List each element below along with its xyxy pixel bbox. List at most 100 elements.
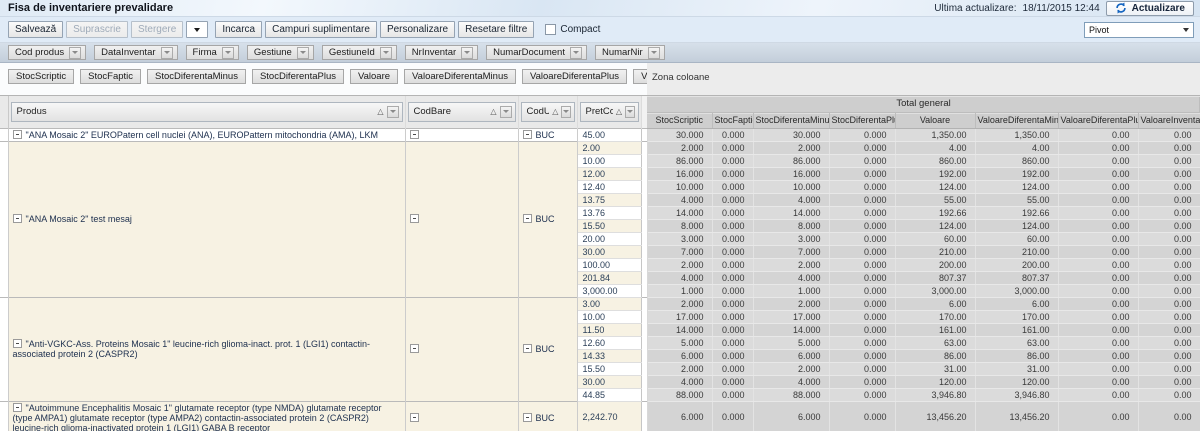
value-cell[interactable]: 0.00 <box>1058 219 1138 232</box>
collapse-icon[interactable] <box>410 130 419 139</box>
value-cell[interactable]: 0.00 <box>1138 284 1200 297</box>
value-cell[interactable]: 0.000 <box>712 193 753 206</box>
price-cell[interactable]: 20.00 <box>577 232 641 245</box>
value-cell[interactable]: 0.000 <box>829 401 895 431</box>
value-cell[interactable]: 0.000 <box>829 349 895 362</box>
value-cell[interactable]: 30.000 <box>647 128 712 141</box>
value-cell[interactable]: 3.000 <box>753 232 829 245</box>
field-filter-dropdown-button[interactable] <box>380 47 392 59</box>
value-cell[interactable]: 170.00 <box>975 310 1058 323</box>
value-cell[interactable]: 210.00 <box>975 245 1058 258</box>
value-cell[interactable]: 0.000 <box>829 388 895 401</box>
value-cell[interactable]: 0.00 <box>1138 297 1200 310</box>
value-cell[interactable]: 2.000 <box>647 297 712 310</box>
price-cell[interactable]: 10.00 <box>577 310 641 323</box>
sort-ascending-icon[interactable]: △ <box>490 108 496 116</box>
price-cell[interactable]: 30.00 <box>577 245 641 258</box>
extra-fields-button[interactable]: Campuri suplimentare <box>265 21 377 38</box>
value-cell[interactable]: 0.000 <box>712 258 753 271</box>
value-cell[interactable]: 3,946.80 <box>895 388 975 401</box>
value-cell[interactable]: 0.00 <box>1058 154 1138 167</box>
value-cell[interactable]: 0.000 <box>829 180 895 193</box>
value-cell[interactable]: 60.00 <box>895 232 975 245</box>
value-cell[interactable]: 0.00 <box>1058 245 1138 258</box>
value-cell[interactable]: 0.00 <box>1058 388 1138 401</box>
column-field-chip-valoarediferentaplus[interactable]: ValoareDiferentaPlus <box>522 69 627 84</box>
value-cell[interactable]: 0.00 <box>1058 375 1138 388</box>
value-cell[interactable]: 4.000 <box>647 193 712 206</box>
value-cell[interactable]: 200.00 <box>975 258 1058 271</box>
value-cell[interactable]: 0.00 <box>1138 388 1200 401</box>
value-cell[interactable]: 0.000 <box>712 297 753 310</box>
value-cell[interactable]: 0.00 <box>1058 232 1138 245</box>
value-cell[interactable]: 0.000 <box>829 193 895 206</box>
compact-checkbox[interactable] <box>545 24 556 35</box>
value-cell[interactable]: 10.000 <box>647 180 712 193</box>
value-cell[interactable]: 0.000 <box>829 245 895 258</box>
collapse-icon[interactable] <box>13 214 22 223</box>
value-cell[interactable]: 0.000 <box>712 128 753 141</box>
value-cell[interactable]: 0.000 <box>829 362 895 375</box>
value-cell[interactable]: 13,456.20 <box>975 401 1058 431</box>
value-cell[interactable]: 5.000 <box>647 336 712 349</box>
value-column-header-valoareinventar[interactable]: ValoareInventar <box>1138 112 1200 128</box>
value-cell[interactable]: 124.00 <box>975 180 1058 193</box>
value-cell[interactable]: 1.000 <box>753 284 829 297</box>
value-column-header-stocscriptic[interactable]: StocScriptic <box>647 112 712 128</box>
value-cell[interactable]: 16.000 <box>647 167 712 180</box>
value-cell[interactable]: 120.00 <box>975 375 1058 388</box>
personalize-button[interactable]: Personalizare <box>380 21 455 38</box>
value-cell[interactable]: 0.000 <box>712 245 753 258</box>
value-column-header-stocdiferentaminus[interactable]: StocDiferentaMinus <box>753 112 829 128</box>
value-cell[interactable]: 4.000 <box>647 271 712 284</box>
collapse-icon[interactable] <box>410 413 419 422</box>
value-cell[interactable]: 0.000 <box>829 141 895 154</box>
value-cell[interactable]: 63.00 <box>895 336 975 349</box>
view-mode-select[interactable]: Pivot <box>1084 22 1194 38</box>
value-cell[interactable]: 16.000 <box>753 167 829 180</box>
collapse-icon[interactable] <box>13 339 22 348</box>
price-cell[interactable]: 2.00 <box>577 141 641 154</box>
value-cell[interactable]: 0.000 <box>712 388 753 401</box>
value-cell[interactable]: 0.00 <box>1138 180 1200 193</box>
value-cell[interactable]: 14.000 <box>647 206 712 219</box>
value-cell[interactable]: 0.00 <box>1138 154 1200 167</box>
value-cell[interactable]: 120.00 <box>895 375 975 388</box>
value-cell[interactable]: 0.000 <box>712 310 753 323</box>
field-filter-dropdown-button[interactable] <box>561 106 570 118</box>
value-cell[interactable]: 0.000 <box>829 323 895 336</box>
value-cell[interactable]: 161.00 <box>975 323 1058 336</box>
collapse-icon[interactable] <box>523 413 532 422</box>
value-cell[interactable]: 0.00 <box>1138 167 1200 180</box>
value-cell[interactable]: 60.00 <box>975 232 1058 245</box>
value-cell[interactable]: 4.000 <box>647 375 712 388</box>
filter-field-chip-nrinventar[interactable]: NrInventar <box>405 45 478 60</box>
field-filter-dropdown-button[interactable] <box>161 47 173 59</box>
field-filter-dropdown-button[interactable] <box>387 106 399 118</box>
value-cell[interactable]: 0.000 <box>829 258 895 271</box>
column-field-chip-stocdiferentaplus[interactable]: StocDiferentaPlus <box>252 69 344 84</box>
price-cell[interactable]: 12.00 <box>577 167 641 180</box>
value-cell[interactable]: 0.00 <box>1058 141 1138 154</box>
value-cell[interactable]: 2.000 <box>753 258 829 271</box>
value-cell[interactable]: 14.000 <box>753 323 829 336</box>
value-cell[interactable]: 0.00 <box>1138 323 1200 336</box>
collapse-icon[interactable] <box>523 344 532 353</box>
collapse-icon[interactable] <box>523 130 532 139</box>
value-cell[interactable]: 0.00 <box>1058 297 1138 310</box>
value-cell[interactable]: 0.000 <box>712 336 753 349</box>
value-cell[interactable]: 0.000 <box>712 323 753 336</box>
filter-field-chip-gestiune[interactable]: Gestiune <box>247 45 314 60</box>
value-cell[interactable]: 2.000 <box>753 141 829 154</box>
value-cell[interactable]: 7.000 <box>647 245 712 258</box>
field-filter-dropdown-button[interactable] <box>500 106 512 118</box>
value-cell[interactable]: 3,946.80 <box>975 388 1058 401</box>
value-cell[interactable]: 13,456.20 <box>895 401 975 431</box>
value-cell[interactable]: 55.00 <box>975 193 1058 206</box>
value-cell[interactable]: 31.00 <box>895 362 975 375</box>
price-cell[interactable]: 13.75 <box>577 193 641 206</box>
sort-ascending-icon[interactable]: △ <box>552 108 558 116</box>
value-cell[interactable]: 4.00 <box>975 141 1058 154</box>
value-cell[interactable]: 0.00 <box>1138 128 1200 141</box>
reset-filters-button[interactable]: Resetare filtre <box>458 21 534 38</box>
